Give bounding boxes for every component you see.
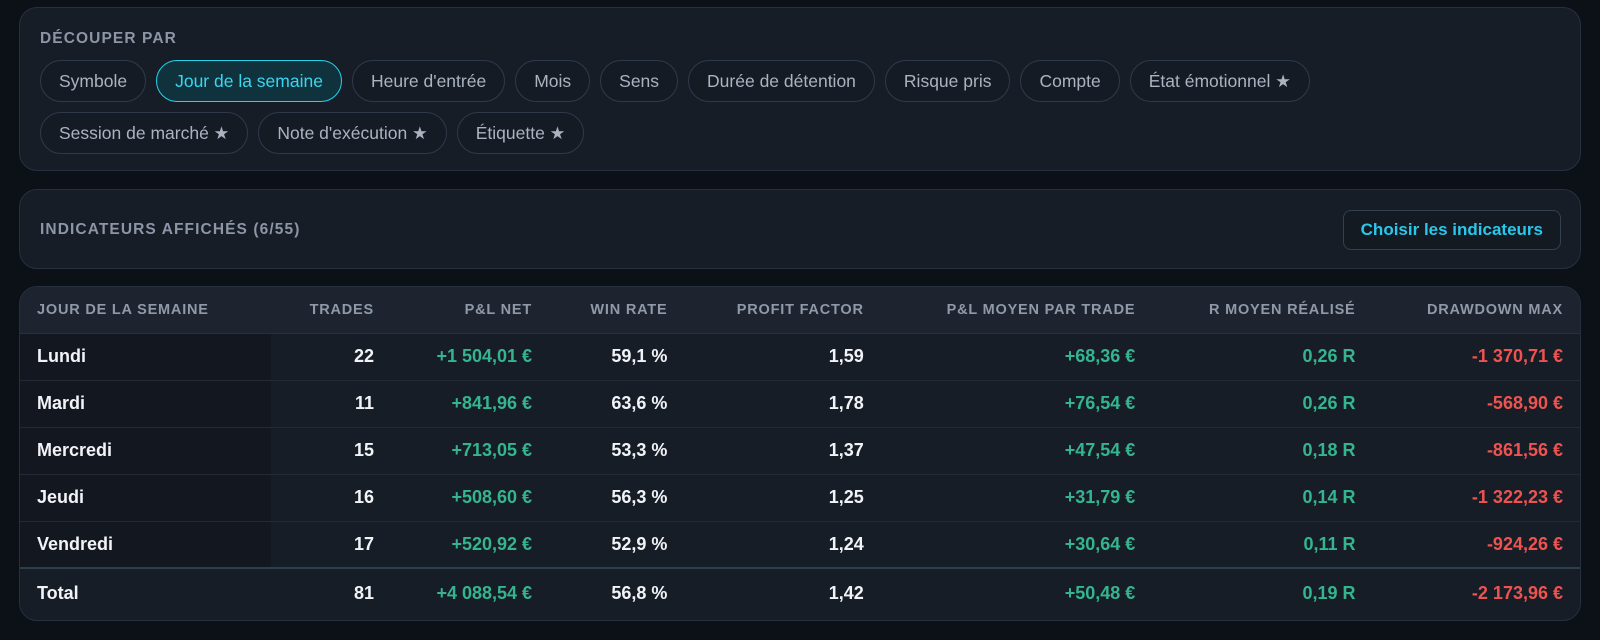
table-cell: 0,11 R [1303, 533, 1356, 554]
table-cell: +30,64 € [1064, 533, 1136, 554]
table-cell: 0,18 R [1152, 427, 1373, 475]
table-row: Vendredi 17 +520,92 € 52,9 % 1,24 +30,64 € 0,1… [20, 521, 1580, 568]
row-label: Lundi [20, 333, 271, 381]
split-chip-sens[interactable]: Sens [600, 60, 679, 102]
split-chip-note-d-execution[interactable]: Note d'exécution ★ [258, 112, 447, 154]
table-cell: 17 [353, 533, 374, 554]
table-cell: -924,26 € [1486, 533, 1563, 554]
table-cell: 56,3 % [549, 474, 685, 522]
split-chip-duree-de-detention[interactable]: Durée de détention [688, 60, 875, 102]
table-cell: 1,25 [684, 474, 881, 522]
split-by-panel: DÉCOUPER PAR Symbole Jour de la semaine He… [19, 7, 1581, 171]
total-cell: -2 173,96 € [1372, 567, 1580, 618]
table-cell: 53,3 % [549, 427, 685, 475]
split-chip-etiquette[interactable]: Étiquette ★ [456, 112, 585, 154]
table-cell: +68,36 € [880, 333, 1153, 381]
column-header: DRAWDOWN MAX [1372, 287, 1580, 334]
table-cell: +520,92 € [451, 533, 533, 554]
total-cell: 56,8 % [549, 567, 685, 618]
table-cell: 1,24 [828, 533, 864, 554]
table-cell: +76,54 € [880, 380, 1153, 428]
split-chip-heure-d-entree[interactable]: Heure d'entrée [351, 60, 506, 102]
table-cell: 1,37 [684, 427, 881, 475]
split-chip-jour-de-la-semaine[interactable]: Jour de la semaine [156, 60, 342, 102]
column-header: R MOYEN RÉALISÉ [1152, 287, 1373, 334]
column-header: TRADES [270, 287, 391, 334]
results-table-panel: JOUR DE LA SEMAINE TRADES P&L NET WIN RATE P… [19, 286, 1581, 621]
split-chip-mois[interactable]: Mois [515, 60, 591, 102]
table-cell: 1,78 [684, 380, 881, 428]
table-body: Lundi 22 +1 504,01 €59,1 % 1,59 +68,36 €0,26… [20, 333, 1580, 568]
table-cell: +713,05 € [391, 427, 550, 475]
table-total-row: Total 81 +4 088,54 €56,8 % 1,42 +50,48 €0,19… [20, 567, 1580, 618]
table-cell: +1 504,01 € [391, 333, 550, 381]
table-cell: -568,90 € [1372, 380, 1580, 428]
table-cell: 1,59 [684, 333, 881, 381]
table-cell: -1 322,23 € [1372, 474, 1580, 522]
table-row: Mardi 11 +841,96 €63,6 % 1,78 +76,54 €0,26 R… [20, 380, 1580, 428]
split-by-chip-group: Symbole Jour de la semaine Heure d'entrée M… [40, 60, 1460, 154]
column-header: WIN RATE [549, 287, 685, 334]
table-header-row: JOUR DE LA SEMAINE TRADES P&L NET WIN RATE P… [20, 287, 1580, 334]
row-label: Vendredi [20, 521, 271, 568]
table-cell: 16 [270, 474, 391, 522]
total-cell: 0,19 R [1152, 567, 1373, 618]
split-chip-session-de-marche[interactable]: Session de marché ★ [40, 112, 249, 154]
table-row: Mercredi 15 +713,05 €53,3 % 1,37 +47,54 €0,1… [20, 427, 1580, 475]
column-header: P&L MOYEN PAR TRADE [880, 287, 1153, 334]
total-label: Total [20, 567, 271, 618]
table-cell: -861,56 € [1372, 427, 1580, 475]
table-row: Jeudi 16 +508,60 €56,3 % 1,25 +31,79 €0,14 R… [20, 474, 1580, 522]
table-cell: 15 [270, 427, 391, 475]
split-by-title: DÉCOUPER PAR [40, 30, 177, 47]
table-cell: +508,60 € [391, 474, 550, 522]
table-cell: 22 [270, 333, 391, 381]
table-cell: 63,6 % [549, 380, 685, 428]
table-cell: +31,79 € [880, 474, 1153, 522]
metrics-title: INDICATEURS AFFICHÉS (6/55) [40, 221, 301, 238]
split-chip-symbole[interactable]: Symbole [40, 60, 147, 102]
table-cell: 0,14 R [1152, 474, 1373, 522]
split-chip-compte[interactable]: Compte [1020, 60, 1120, 102]
total-cell: +4 088,54 € [391, 567, 550, 618]
row-label: Jeudi [20, 474, 271, 522]
total-cell: 1,42 [684, 567, 881, 618]
metrics-panel: INDICATEURS AFFICHÉS (6/55) Choisir les … [19, 189, 1581, 269]
column-header: P&L NET [391, 287, 550, 334]
column-header: JOUR DE LA SEMAINE [20, 287, 271, 334]
table-cell: -1 370,71 € [1372, 333, 1580, 381]
total-cell: +50,48 € [880, 567, 1153, 618]
column-header: PROFIT FACTOR [684, 287, 881, 334]
table-row: Lundi 22 +1 504,01 €59,1 % 1,59 +68,36 €0,26… [20, 333, 1580, 381]
total-cell: 81 [270, 567, 391, 618]
table-cell: 0,26 R [1152, 380, 1373, 428]
split-chip-risque-pris[interactable]: Risque pris [884, 60, 1011, 102]
choose-metrics-button[interactable]: Choisir les indicateurs [1342, 210, 1561, 250]
row-label: Mercredi [20, 427, 271, 475]
results-table: JOUR DE LA SEMAINE TRADES P&L NET WIN RATE P… [20, 287, 1580, 618]
table-cell: +47,54 € [880, 427, 1153, 475]
table-cell: 0,26 R [1152, 333, 1373, 381]
table-cell: 11 [270, 380, 391, 428]
table-cell: +841,96 € [391, 380, 550, 428]
row-label: Mardi [20, 380, 271, 428]
table-cell: 59,1 % [549, 333, 685, 381]
table-cell: 52,9 % [611, 533, 668, 554]
split-chip-etat-emotionnel[interactable]: État émotionnel ★ [1129, 60, 1310, 102]
